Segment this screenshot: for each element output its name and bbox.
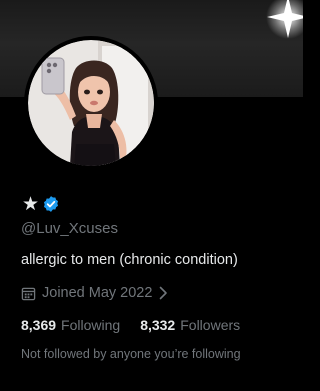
following-link[interactable]: 8,369 Following bbox=[21, 316, 120, 334]
followed-by-note: Not followed by anyone you’re following bbox=[21, 347, 241, 361]
profile-bio: allergic to men (chronic condition) bbox=[21, 252, 238, 268]
sparkle-icon bbox=[266, 0, 303, 39]
display-name-emoji: ★ bbox=[22, 193, 40, 215]
followers-link[interactable]: 8,332 Followers bbox=[140, 316, 240, 334]
profile-page: ★ @Luv_Xcuses allergic to men (chronic c… bbox=[0, 0, 303, 391]
chevron-right-icon bbox=[160, 286, 168, 300]
profile-handle: @Luv_Xcuses bbox=[21, 220, 118, 237]
following-label: Following bbox=[61, 317, 121, 333]
verified-badge-icon[interactable] bbox=[42, 195, 60, 213]
following-count: 8,369 bbox=[21, 317, 57, 333]
followers-count: 8,332 bbox=[140, 317, 176, 333]
avatar-illustration bbox=[28, 40, 154, 166]
display-name: ★ bbox=[22, 193, 60, 215]
joined-date-label: Joined May 2022 bbox=[42, 285, 153, 301]
joined-date[interactable]: Joined May 2022 bbox=[21, 284, 168, 302]
followers-label: Followers bbox=[180, 317, 241, 333]
avatar[interactable] bbox=[24, 36, 158, 170]
follow-stats: 8,369 Following 8,332 Followers bbox=[21, 316, 240, 334]
calendar-icon bbox=[21, 287, 36, 300]
